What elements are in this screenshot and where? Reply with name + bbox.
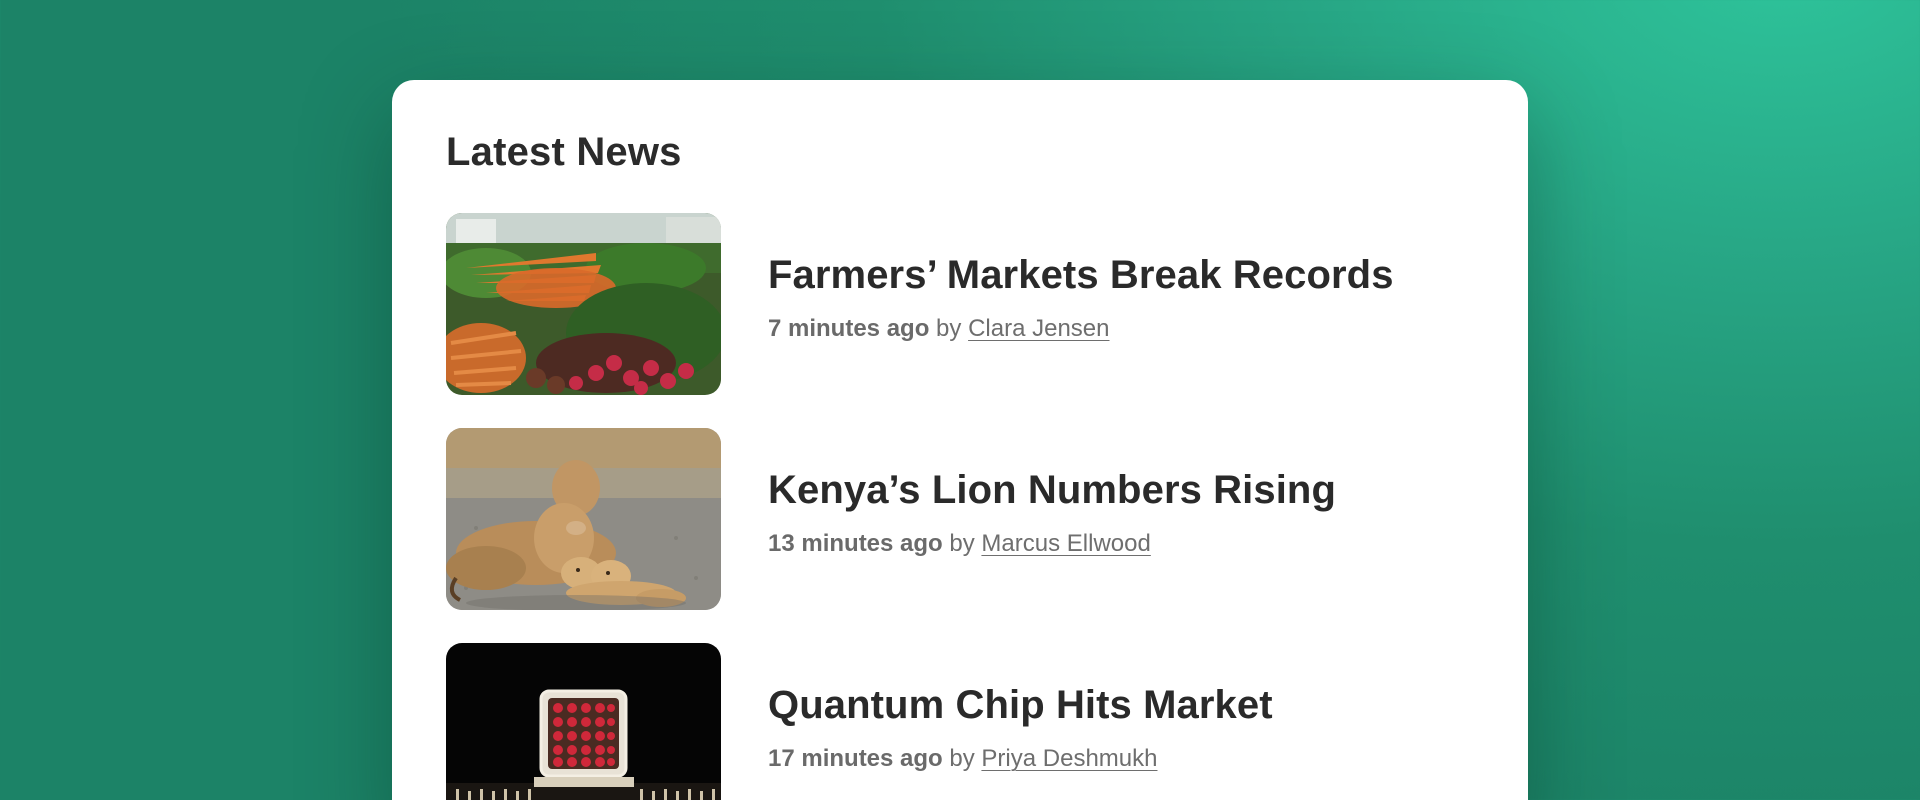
article-meta: Farmers’ Markets Break Records 7 minutes… xyxy=(768,252,1394,344)
article-byline: 13 minutes ago by Marcus Ellwood xyxy=(768,530,1336,559)
article-meta: Kenya’s Lion Numbers Rising 13 minutes a… xyxy=(768,467,1336,559)
lioness-image xyxy=(446,428,721,610)
news-item[interactable]: Kenya’s Lion Numbers Rising 13 minutes a… xyxy=(446,428,1474,610)
card-title: Latest News xyxy=(446,130,682,174)
news-item[interactable]: Farmers’ Markets Break Records 7 minutes… xyxy=(446,213,1474,395)
news-list: Farmers’ Markets Break Records 7 minutes… xyxy=(446,213,1474,800)
article-time: 17 minutes ago xyxy=(768,745,943,773)
by-label: by xyxy=(949,530,975,558)
article-headline[interactable]: Farmers’ Markets Break Records xyxy=(768,252,1394,298)
vegetables-image xyxy=(446,213,721,395)
news-item[interactable]: Quantum Chip Hits Market 17 minutes ago … xyxy=(446,643,1474,800)
article-headline[interactable]: Kenya’s Lion Numbers Rising xyxy=(768,467,1336,513)
quantum-chip-thumbnail[interactable] xyxy=(446,643,721,800)
article-byline: 17 minutes ago by Priya Deshmukh xyxy=(768,745,1273,774)
article-byline: 7 minutes ago by Clara Jensen xyxy=(768,315,1394,344)
article-meta: Quantum Chip Hits Market 17 minutes ago … xyxy=(768,682,1273,774)
article-time: 13 minutes ago xyxy=(768,530,943,558)
author-link[interactable]: Clara Jensen xyxy=(968,315,1109,342)
article-time: 7 minutes ago xyxy=(768,315,930,343)
author-link[interactable]: Marcus Ellwood xyxy=(981,530,1150,557)
quantum-chip-image xyxy=(446,643,721,800)
by-label: by xyxy=(949,745,975,773)
vegetables-thumbnail[interactable] xyxy=(446,213,721,395)
by-label: by xyxy=(936,315,962,343)
lioness-thumbnail[interactable] xyxy=(446,428,721,610)
author-link[interactable]: Priya Deshmukh xyxy=(981,745,1157,772)
news-card: Latest News Farmers’ Markets Break Recor… xyxy=(392,80,1528,800)
article-headline[interactable]: Quantum Chip Hits Market xyxy=(768,682,1273,728)
